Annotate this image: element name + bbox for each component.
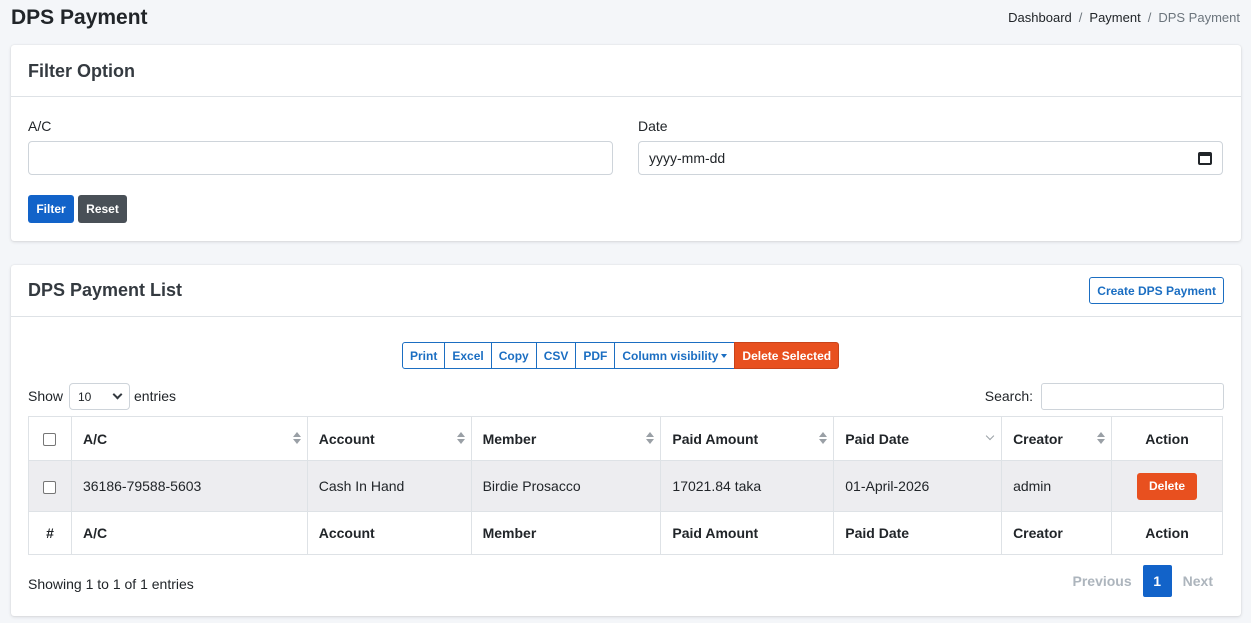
select-all-cell bbox=[28, 416, 72, 461]
breadcrumb-dashboard[interactable]: Dashboard bbox=[1008, 10, 1072, 25]
cell-ac: 36186-79588-5603 bbox=[70, 460, 308, 512]
column-header-creator[interactable]: Creator bbox=[1001, 416, 1112, 461]
cell-member: Birdie Prosacco bbox=[470, 460, 662, 512]
cell-account: Cash In Hand bbox=[306, 460, 472, 512]
breadcrumb-payment[interactable]: Payment bbox=[1089, 10, 1140, 25]
table-footer-row: # A/C Account Member Paid Amount Paid Da… bbox=[28, 511, 1223, 555]
calendar-icon[interactable] bbox=[1198, 151, 1212, 165]
column-visibility-button[interactable]: Column visibility bbox=[614, 342, 736, 369]
pagination-next[interactable]: Next bbox=[1172, 565, 1224, 597]
column-header-member[interactable]: Member bbox=[470, 416, 662, 461]
footer-ac: A/C bbox=[70, 511, 308, 555]
search-label: Search: bbox=[984, 388, 1033, 404]
date-input[interactable]: yyyy-mm-dd bbox=[638, 141, 1223, 175]
pagination: Previous 1 Next bbox=[1062, 565, 1225, 597]
reset-button[interactable]: Reset bbox=[78, 195, 127, 223]
breadcrumb-separator: / bbox=[1078, 10, 1083, 25]
select-all-checkbox[interactable] bbox=[43, 433, 57, 447]
filter-button[interactable]: Filter bbox=[28, 195, 74, 223]
chevron-down-icon bbox=[112, 389, 123, 400]
create-dps-payment-button[interactable]: Create DPS Payment bbox=[1089, 277, 1224, 304]
cell-paid-date: 01-April-2026 bbox=[833, 460, 1003, 512]
footer-member: Member bbox=[470, 511, 662, 555]
filter-card-title: Filter Option bbox=[28, 61, 135, 81]
table-header-row: A/C Account Member Paid Amount Paid Date… bbox=[28, 416, 1223, 461]
column-header-account[interactable]: Account bbox=[306, 416, 472, 461]
ac-input[interactable] bbox=[28, 141, 613, 175]
cell-paid-amount: 17021.84 taka bbox=[660, 460, 835, 512]
column-header-action: Action bbox=[1111, 416, 1223, 461]
csv-button[interactable]: CSV bbox=[535, 342, 577, 369]
date-placeholder: yyyy-mm-dd bbox=[649, 150, 726, 166]
list-card-title: DPS Payment List bbox=[28, 280, 183, 300]
caret-down-icon bbox=[721, 353, 728, 358]
footer-action: Action bbox=[1111, 511, 1223, 555]
export-buttons: Print Excel Copy CSV PDF Column visibili… bbox=[402, 342, 840, 369]
row-select-cell bbox=[28, 460, 72, 512]
column-header-paid-amount[interactable]: Paid Amount bbox=[660, 416, 835, 461]
row-checkbox[interactable] bbox=[43, 480, 57, 494]
date-label: Date bbox=[638, 118, 668, 134]
breadcrumb-separator: / bbox=[1147, 10, 1152, 25]
footer-paid-date: Paid Date bbox=[833, 511, 1003, 555]
sort-icon bbox=[292, 432, 301, 446]
sort-desc-icon bbox=[985, 431, 995, 441]
page-length-select[interactable]: 10 bbox=[69, 383, 130, 410]
footer-account: Account bbox=[306, 511, 472, 555]
delete-row-button[interactable]: Delete bbox=[1136, 472, 1198, 500]
filter-card: Filter Option A/C Date yyyy-mm-dd Filter… bbox=[11, 45, 1241, 241]
cell-creator: admin bbox=[1001, 460, 1112, 512]
copy-button[interactable]: Copy bbox=[490, 342, 537, 369]
filter-card-header: Filter Option bbox=[11, 45, 1241, 97]
excel-button[interactable]: Excel bbox=[444, 342, 492, 369]
column-header-paid-date[interactable]: Paid Date bbox=[833, 416, 1003, 461]
entries-label: entries bbox=[134, 388, 177, 404]
sort-icon bbox=[456, 432, 465, 446]
footer-paid-amount: Paid Amount bbox=[660, 511, 835, 555]
payment-table: A/C Account Member Paid Amount Paid Date… bbox=[28, 416, 1223, 555]
page-title: DPS Payment bbox=[11, 6, 148, 29]
pdf-button[interactable]: PDF bbox=[575, 342, 616, 369]
delete-selected-button[interactable]: Delete Selected bbox=[734, 342, 840, 369]
breadcrumb: Dashboard / Payment / DPS Payment bbox=[1008, 10, 1240, 25]
page-length-value: 10 bbox=[78, 389, 92, 404]
breadcrumb-current: DPS Payment bbox=[1158, 10, 1240, 25]
footer-hash: # bbox=[28, 511, 72, 555]
cell-action: Delete bbox=[1111, 460, 1223, 512]
column-header-ac[interactable]: A/C bbox=[70, 416, 308, 461]
payment-list-card: DPS Payment List Create DPS Payment Prin… bbox=[11, 265, 1241, 616]
table-info: Showing 1 to 1 of 1 entries bbox=[28, 576, 194, 592]
print-button[interactable]: Print bbox=[402, 342, 446, 369]
sort-icon bbox=[1097, 432, 1105, 446]
list-card-header: DPS Payment List Create DPS Payment bbox=[11, 265, 1241, 317]
column-visibility-label: Column visibility bbox=[622, 348, 719, 363]
search-input[interactable] bbox=[1041, 383, 1224, 410]
table-row: 36186-79588-5603 Cash In Hand Birdie Pro… bbox=[28, 460, 1223, 512]
sort-icon bbox=[819, 432, 828, 446]
pagination-previous[interactable]: Previous bbox=[1062, 565, 1143, 597]
ac-label: A/C bbox=[28, 118, 52, 134]
sort-icon bbox=[646, 432, 655, 446]
footer-creator: Creator bbox=[1001, 511, 1112, 555]
pagination-page-1[interactable]: 1 bbox=[1142, 565, 1172, 597]
show-label: Show bbox=[28, 388, 64, 404]
